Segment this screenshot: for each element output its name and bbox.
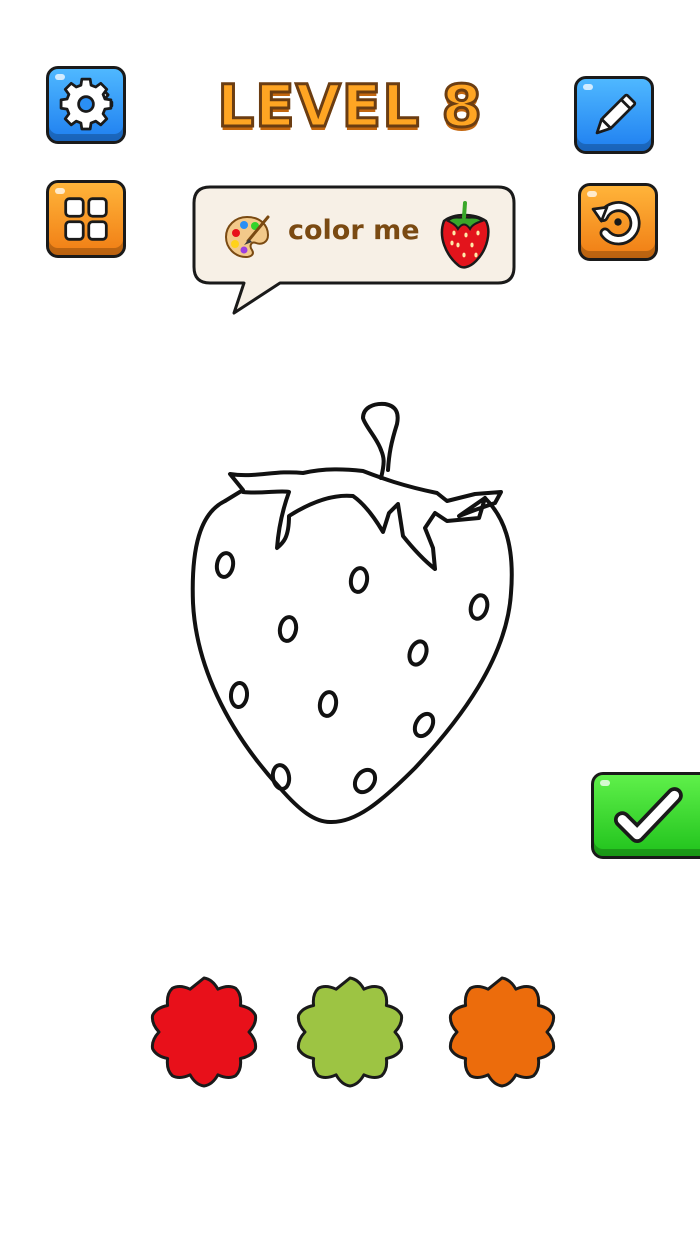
undo-icon: [591, 201, 641, 246]
hint-bubble: color me: [192, 185, 518, 320]
menu-grid-button[interactable]: [46, 180, 126, 258]
settings-button[interactable]: [46, 66, 126, 144]
pencil-button[interactable]: [574, 76, 654, 154]
palette-icon: [224, 215, 270, 259]
pencil-icon: [595, 93, 637, 135]
strawberry-body: [190, 496, 514, 825]
strawberry-leaves: [223, 467, 503, 571]
color-swatch-green[interactable]: [293, 975, 407, 1089]
strawberry-stem: [361, 401, 400, 472]
hint-text: color me: [288, 215, 420, 246]
checkmark-icon: [613, 787, 683, 843]
color-swatch-red[interactable]: [147, 975, 261, 1089]
level-title: LEVEL 8: [216, 71, 484, 142]
coloring-canvas[interactable]: [185, 398, 515, 828]
color-swatch-orange[interactable]: [445, 975, 559, 1089]
grid-icon: [64, 197, 108, 241]
confirm-button[interactable]: [591, 772, 700, 859]
reset-button[interactable]: [578, 183, 658, 261]
gear-icon: [59, 77, 114, 131]
strawberry-icon: [440, 201, 490, 269]
